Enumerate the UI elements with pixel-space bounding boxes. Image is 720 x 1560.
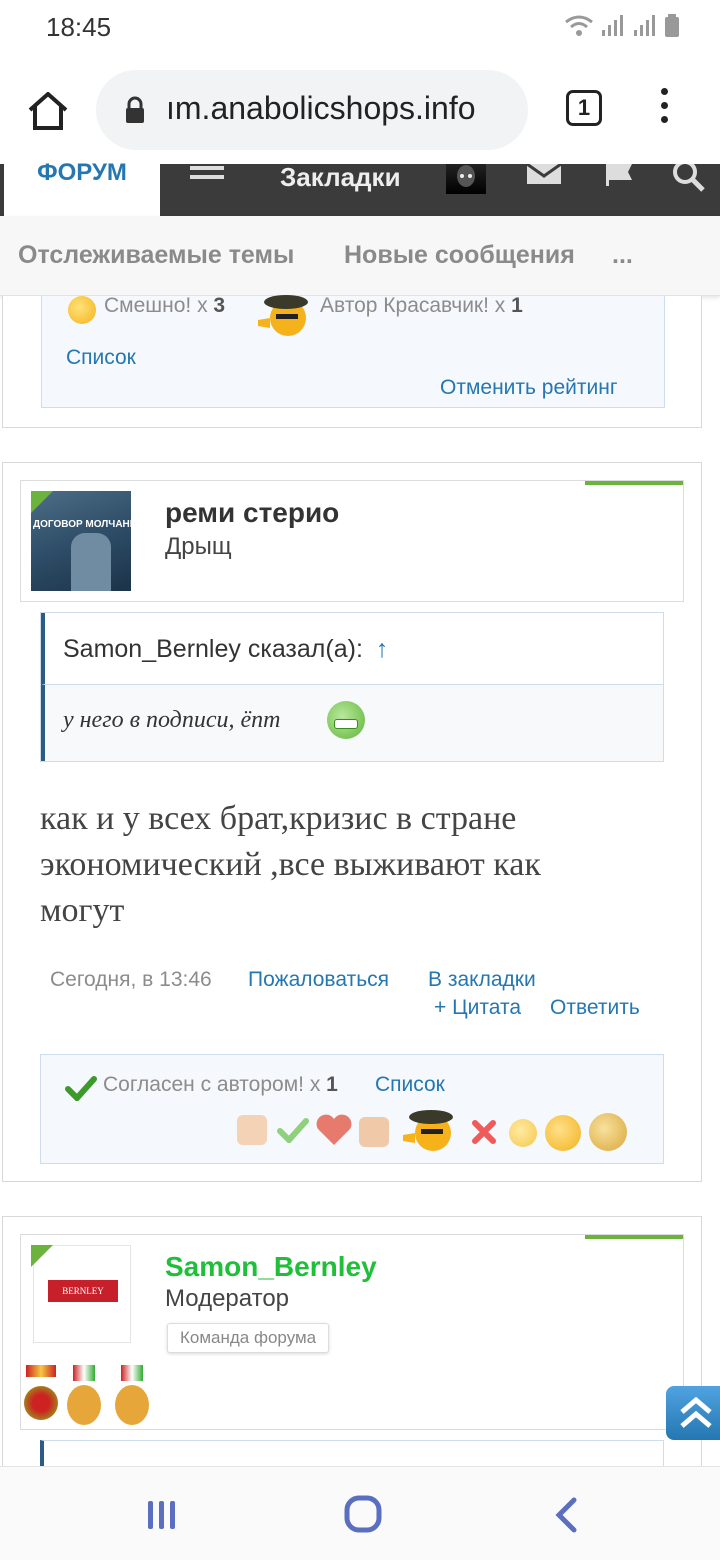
agree-check-icon[interactable] (277, 1117, 309, 1143)
reactions-list-link[interactable]: Список (66, 346, 136, 370)
medal-bear-icon (113, 1365, 151, 1427)
report-link[interactable]: Пожаловаться (248, 968, 389, 992)
cross-icon[interactable] (471, 1119, 497, 1145)
reaction-funny-count: 3 (213, 294, 226, 317)
avatar-caption: BERNLEY (48, 1280, 118, 1302)
system-navigation-bar (0, 1466, 720, 1560)
check-icon (65, 1076, 97, 1101)
recent-apps-icon[interactable] (146, 1499, 178, 1531)
cancel-rating-link[interactable]: Отменить рейтинг (440, 376, 618, 400)
browser-menu-icon[interactable] (652, 88, 676, 128)
sub-nav-watched-threads[interactable]: Отслеживаемые темы (18, 241, 294, 270)
reaction-agree-label: Согласен с автором! x (103, 1073, 321, 1096)
author-name[interactable]: Samon_Bernley (165, 1251, 377, 1283)
avatar-caption: ДОГОВОР МОЛЧАНИЯ (33, 519, 131, 530)
post-2-author-header: ДОГОВОР МОЛЧАНИЯ реми стерио Дрыщ (20, 480, 684, 602)
reaction-handsome-count: 1 (511, 294, 523, 317)
battery-icon (665, 14, 679, 37)
post-1-reactions: Смешно! x 3 Автор Красавчик! x 1 Список … (41, 294, 665, 408)
sub-nav: Отслеживаемые темы Новые сообщения ... (0, 216, 720, 296)
author-name[interactable]: реми стерио (165, 497, 339, 529)
author-rank: Модератор (165, 1285, 290, 1312)
post-2-reactions: Согласен с автором! x 1 Список (40, 1054, 664, 1164)
home-nav-icon[interactable] (344, 1495, 382, 1533)
heart-icon[interactable] (315, 1113, 353, 1147)
wifi-icon (565, 15, 593, 36)
hamburger-icon[interactable] (190, 166, 224, 182)
sub-nav-new-posts[interactable]: Новые сообщения (344, 241, 575, 270)
nav-bookmarks[interactable]: Закладки (280, 162, 401, 193)
bookmark-link[interactable]: В закладки (428, 968, 536, 992)
reaction-handsome-label: Автор Красавчик! x (320, 294, 506, 317)
reactions-list-link[interactable]: Список (375, 1073, 445, 1097)
nav-forum-tab[interactable]: ФОРУМ (4, 159, 160, 216)
post-message: как и у всех брат,кризис в стране эконом… (40, 796, 680, 934)
dislike-icon[interactable] (359, 1117, 389, 1147)
url-bar[interactable]: ım.anabolicshops.info (96, 70, 528, 150)
tabs-button[interactable]: 1 (566, 90, 602, 126)
quote-jump-arrow-icon[interactable]: ↑ (376, 635, 389, 663)
double-chevron-up-icon (680, 1396, 712, 1428)
quote-author: Samon_Bernley сказал(а): (63, 635, 363, 663)
signal-icon (602, 15, 623, 36)
status-icons (564, 14, 680, 38)
back-icon[interactable] (552, 1497, 580, 1533)
medal-bear-icon (65, 1365, 103, 1427)
cool-smiley-icon (258, 295, 308, 336)
applause-emoji-icon[interactable] (589, 1113, 627, 1151)
forum-nav: ФОРУМ Закладки (0, 159, 720, 216)
cool-smiley-icon[interactable] (397, 1105, 459, 1153)
post-message-line-2: экономический ,все выживают как (40, 846, 541, 883)
laughing-emoji-icon (68, 296, 96, 324)
post-message-line-3: могут (40, 892, 125, 929)
home-icon[interactable] (24, 86, 72, 134)
laughing-emoji-icon[interactable] (509, 1119, 537, 1147)
signal-icon-2 (634, 15, 655, 36)
reply-button[interactable]: Ответить (550, 996, 640, 1020)
reaction-agree-count: 1 (326, 1073, 338, 1096)
author-rank: Дрыщ (165, 533, 232, 560)
medal-order-icon (23, 1365, 59, 1427)
user-avatar[interactable] (446, 164, 486, 194)
grin-emoji-icon (327, 701, 365, 739)
search-icon[interactable] (672, 164, 706, 192)
flag-icon[interactable] (604, 164, 634, 186)
like-icon[interactable] (237, 1115, 267, 1145)
quote-text: у него в подписи, ёпт (63, 707, 281, 733)
quote-block: Samon_Bernley сказал(а): ↑ у него в подп… (40, 612, 664, 762)
post-message-line-1: как и у всех брат,кризис в стране (40, 800, 517, 837)
status-time: 18:45 (46, 12, 112, 42)
post-date[interactable]: Сегодня, в 13:46 (50, 968, 212, 992)
avatar[interactable]: ДОГОВОР МОЛЧАНИЯ (31, 491, 131, 591)
sad-emoji-icon[interactable] (545, 1115, 581, 1151)
reaction-funny-label: Смешно! x (104, 294, 208, 317)
status-bar: 18:45 (0, 0, 720, 58)
scroll-top-button[interactable] (666, 1386, 720, 1440)
browser-toolbar: ım.anabolicshops.info 1 (0, 58, 720, 164)
mail-icon[interactable] (526, 162, 562, 184)
team-badge: Команда форума (167, 1323, 330, 1353)
url-text: ım.anabolicshops.info (166, 90, 476, 126)
quote-button[interactable]: + Цитата (434, 996, 521, 1020)
lock-icon (126, 96, 144, 123)
nav-forum-label: ФОРУМ (37, 159, 127, 186)
post-1: Смешно! x 3 Автор Красавчик! x 1 Список … (2, 294, 702, 428)
sub-nav-more[interactable]: ... (612, 241, 633, 270)
post-3-author-header: BERNLEY Samon_Bernley Модератор Команда … (20, 1234, 684, 1430)
